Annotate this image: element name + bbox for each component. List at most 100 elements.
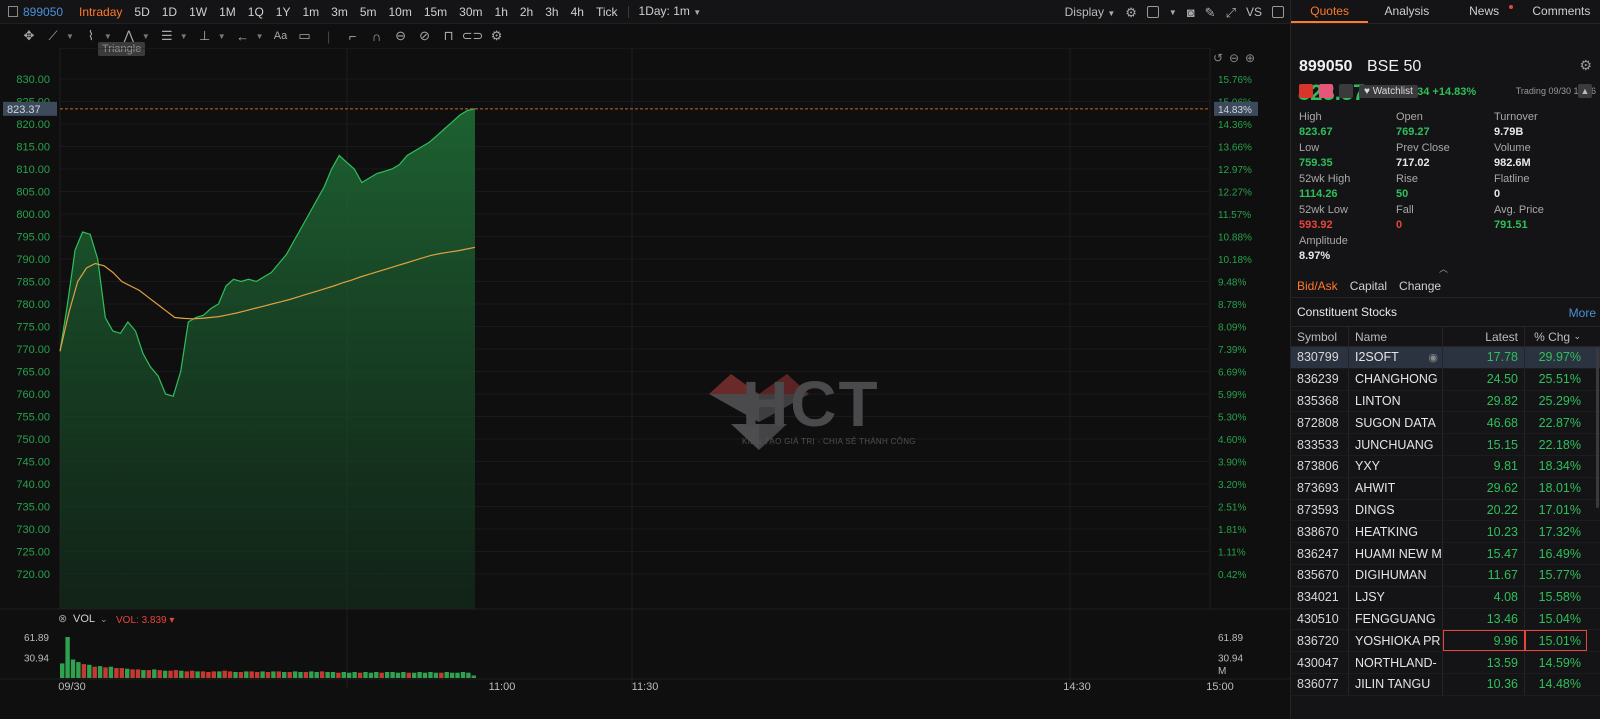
- camera-icon[interactable]: ◙: [1187, 6, 1195, 19]
- chevron-down-icon[interactable]: ⌄: [100, 614, 108, 624]
- period-tab[interactable]: 2h: [514, 5, 539, 19]
- table-row[interactable]: 835368 LINTON 29.82 25.29%: [1291, 390, 1600, 413]
- table-row[interactable]: 836077 JILIN TANGU 10.36 14.48%: [1291, 673, 1600, 696]
- x-tick-label: 11:00: [489, 681, 516, 693]
- period-tab[interactable]: 1Y: [270, 5, 297, 19]
- period-tab[interactable]: 4h: [565, 5, 590, 19]
- note-tool-icon[interactable]: ▭: [294, 28, 316, 44]
- chevron-down-icon[interactable]: ▼: [256, 32, 264, 41]
- chevron-down-icon[interactable]: ▼: [142, 32, 150, 41]
- interval-dropdown[interactable]: 1Day: 1m ▼: [633, 4, 708, 19]
- panel-tab[interactable]: Quotes: [1291, 0, 1369, 23]
- col-name[interactable]: Name: [1349, 327, 1443, 346]
- text-tool-icon[interactable]: Aa: [270, 30, 292, 42]
- sub-tab[interactable]: Capital: [1350, 276, 1387, 297]
- panel-tab[interactable]: News: [1446, 0, 1523, 23]
- col-chg[interactable]: % Chg ⌄: [1525, 327, 1587, 346]
- table-row[interactable]: 836720 YOSHIOKA PR 9.96 15.01%: [1291, 630, 1600, 653]
- chevron-down-icon[interactable]: ▼: [66, 32, 74, 41]
- table-row[interactable]: 836239 CHANGHONG 24.50 25.51%: [1291, 368, 1600, 391]
- stat-value: 593.92: [1299, 219, 1333, 231]
- chevron-down-icon[interactable]: ▼: [1169, 6, 1177, 19]
- table-row[interactable]: 833533 JUNCHUANG 15.15 22.18%: [1291, 434, 1600, 456]
- col-symbol[interactable]: Symbol: [1291, 327, 1349, 346]
- collapse-icon[interactable]: ︿: [1439, 262, 1448, 275]
- trash-icon[interactable]: ⊓: [438, 28, 460, 44]
- more-link[interactable]: More: [1569, 306, 1596, 320]
- eye-icon[interactable]: ◉: [1428, 351, 1438, 364]
- vol-bar: [444, 672, 449, 678]
- lock-icon[interactable]: ⊂⊃: [462, 28, 484, 44]
- hide-icon[interactable]: ⊘: [414, 28, 436, 44]
- zoom-in-icon[interactable]: ⊕: [1245, 51, 1255, 65]
- panel-toggle-icon[interactable]: [8, 6, 18, 17]
- pencil-icon[interactable]: ✎: [1205, 6, 1216, 19]
- move-icon[interactable]: ✥: [18, 28, 40, 44]
- zoom-out-icon[interactable]: ⊖: [1229, 51, 1239, 65]
- fib-tool-icon[interactable]: ☰: [156, 28, 178, 44]
- period-tab[interactable]: 10m: [382, 5, 417, 19]
- close-icon[interactable]: ⊗: [58, 613, 67, 625]
- table-row[interactable]: 430047 NORTHLAND- 13.59 14.59%: [1291, 652, 1600, 674]
- ruler-icon[interactable]: ⌐: [342, 29, 364, 44]
- panel-tab[interactable]: Analysis: [1368, 0, 1445, 23]
- chevron-down-icon[interactable]: ▼: [218, 32, 226, 41]
- period-tab[interactable]: Intraday: [73, 5, 128, 19]
- fullscreen-icon[interactable]: ⤢: [1226, 6, 1236, 19]
- table-row[interactable]: 873806 YXY 9.81 18.34%: [1291, 455, 1600, 478]
- period-tab[interactable]: 3m: [325, 5, 354, 19]
- table-row[interactable]: 835670 DIGIHUMAN 11.67 15.77%: [1291, 564, 1600, 587]
- scrollbar[interactable]: [1596, 348, 1599, 508]
- alert-icon[interactable]: [1319, 84, 1333, 98]
- table-row[interactable]: 838670 HEATKING 10.23 17.32%: [1291, 521, 1600, 544]
- panel-tab[interactable]: Comments: [1523, 0, 1600, 23]
- drawing-settings-icon[interactable]: ⚙: [486, 28, 508, 44]
- watchlist-button[interactable]: ♥ Watchlist: [1359, 84, 1418, 98]
- period-tab[interactable]: Tick: [590, 5, 624, 19]
- table-row[interactable]: 872808 SUGON DATA 46.68 22.87%: [1291, 412, 1600, 435]
- vol-bar: [282, 672, 287, 678]
- arrow-tool-icon[interactable]: ←: [232, 29, 254, 44]
- bell-icon[interactable]: ▲: [1578, 84, 1592, 98]
- period-tab[interactable]: 1m: [296, 5, 325, 19]
- period-tab[interactable]: 1Q: [242, 5, 270, 19]
- eye-icon[interactable]: ⊖: [390, 28, 412, 44]
- table-row[interactable]: 873693 AHWIT 29.62 18.01%: [1291, 477, 1600, 500]
- period-tab[interactable]: 15m: [418, 5, 453, 19]
- symbol-selector[interactable]: 899050: [8, 5, 63, 19]
- chevron-down-icon[interactable]: ▼: [104, 32, 112, 41]
- vol-bar: [162, 670, 168, 678]
- settings-icon[interactable]: ⚙: [1579, 57, 1592, 74]
- measure-tool-icon[interactable]: ⊥: [194, 28, 216, 44]
- table-row[interactable]: 834021 LJSY 4.08 15.58%: [1291, 586, 1600, 609]
- table-row[interactable]: 830799 I2SOFT ◉ 17.78 29.97%: [1291, 347, 1600, 369]
- line-tool-icon[interactable]: ⟋: [42, 28, 64, 44]
- table-row[interactable]: 836247 HUAMI NEW M 15.47 16.49%: [1291, 543, 1600, 565]
- chevron-down-icon[interactable]: ▼: [180, 32, 188, 41]
- layout-icon[interactable]: [1146, 6, 1159, 18]
- watermark-tagline: KIẾN TẠO GIÁ TRỊ - CHIA SẺ THÀNH CÔNG: [742, 437, 916, 446]
- col-latest[interactable]: Latest: [1443, 327, 1525, 346]
- period-tab[interactable]: 1M: [213, 5, 242, 19]
- settings-icon[interactable]: ⚙: [1125, 6, 1137, 19]
- compare-button[interactable]: VS: [1246, 5, 1262, 19]
- display-dropdown[interactable]: Display ▼: [1065, 5, 1116, 20]
- cell-name-text: DIGIHUMAN: [1355, 568, 1427, 583]
- reset-icon[interactable]: ↺: [1213, 51, 1223, 65]
- table-row[interactable]: 873593 DINGS 20.22 17.01%: [1291, 499, 1600, 522]
- sub-tab[interactable]: Bid/Ask: [1297, 276, 1338, 297]
- side-panel-icon[interactable]: [1272, 6, 1284, 18]
- period-tab[interactable]: 1D: [156, 5, 183, 19]
- sub-tab[interactable]: Change: [1399, 276, 1441, 297]
- period-tab[interactable]: 5m: [354, 5, 383, 19]
- cell-latest: 11.67: [1443, 564, 1525, 586]
- table-row[interactable]: 430510 FENGGUANG 13.46 15.04%: [1291, 608, 1600, 631]
- period-tab[interactable]: 5D: [128, 5, 155, 19]
- magnet-icon[interactable]: ∩: [366, 29, 388, 44]
- period-tab[interactable]: 30m: [453, 5, 488, 19]
- period-tab[interactable]: 3h: [539, 5, 564, 19]
- period-tab[interactable]: 1W: [183, 5, 213, 19]
- badge-row: ♥ Watchlist: [1299, 84, 1418, 98]
- notes-icon[interactable]: [1339, 84, 1353, 98]
- period-tab[interactable]: 1h: [489, 5, 514, 19]
